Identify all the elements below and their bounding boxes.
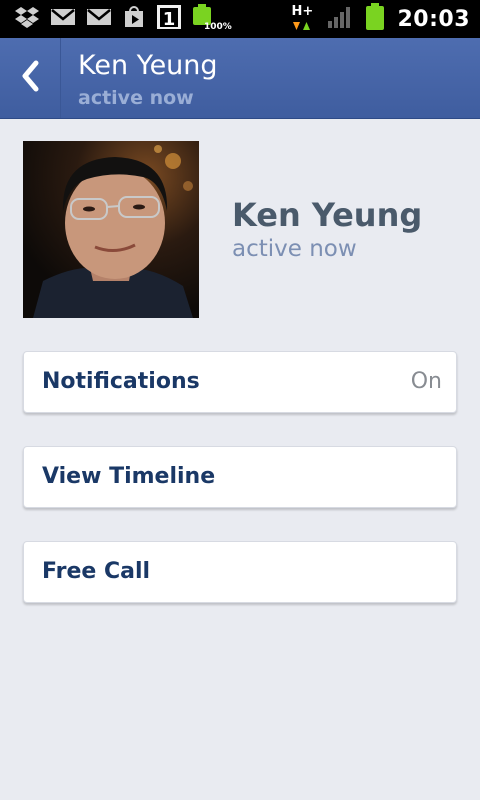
gmail-icon xyxy=(86,7,112,31)
notifications-row[interactable]: Notifications On xyxy=(23,351,457,413)
battery-percent: 100% xyxy=(204,22,232,32)
header-status: active now xyxy=(78,87,194,109)
network-type-label: H+ xyxy=(291,4,314,19)
notifications-label: Notifications xyxy=(42,369,200,394)
title-bar: Ken Yeung active now xyxy=(0,38,480,119)
profile-status: active now xyxy=(232,236,357,262)
dropbox-icon xyxy=(14,6,40,32)
clock: 20:03 xyxy=(397,6,470,32)
gmail-icon xyxy=(50,7,76,31)
view-timeline-label: View Timeline xyxy=(42,464,216,489)
header-title: Ken Yeung xyxy=(78,50,218,81)
network-activity-icon: H+ xyxy=(291,4,315,34)
view-timeline-row[interactable]: View Timeline xyxy=(23,446,457,508)
avatar[interactable] xyxy=(23,141,199,318)
chevron-left-icon xyxy=(20,60,40,96)
profile-name: Ken Yeung xyxy=(232,196,423,234)
svg-text:1: 1 xyxy=(163,9,176,30)
back-button[interactable] xyxy=(0,38,61,118)
status-bar: 1 100% H+ 20:03 xyxy=(0,0,480,38)
battery-full-icon xyxy=(365,3,385,35)
free-call-row[interactable]: Free Call xyxy=(23,541,457,603)
free-call-label: Free Call xyxy=(42,559,151,584)
notifications-value: On xyxy=(410,369,442,394)
calendar-icon: 1 xyxy=(156,4,182,34)
play-store-icon xyxy=(122,5,146,33)
signal-icon xyxy=(327,5,353,33)
